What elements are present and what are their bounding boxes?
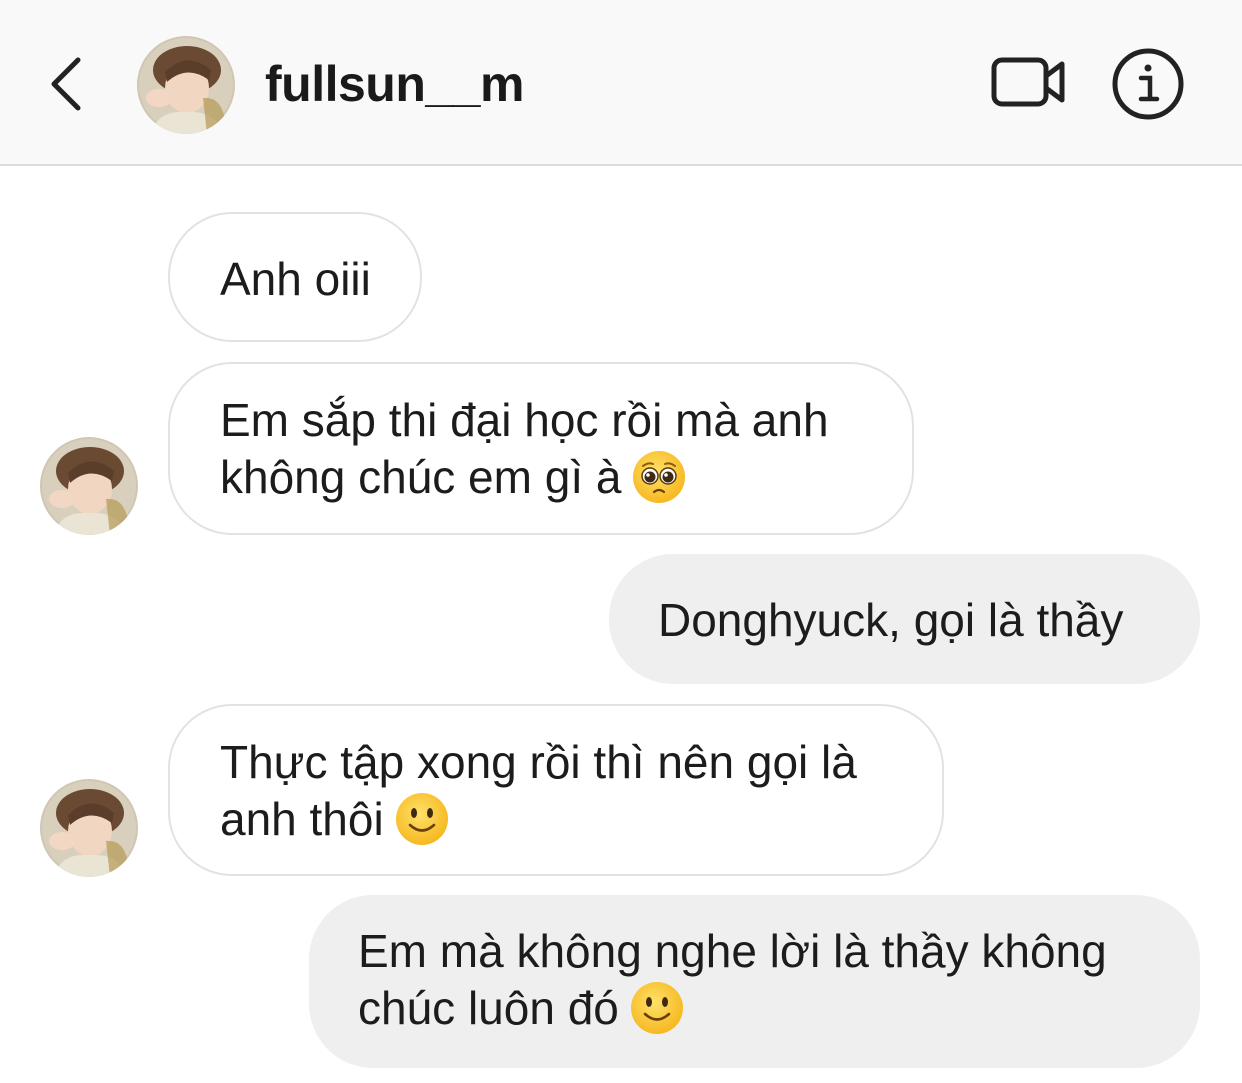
message-text: Donghyuck, gọi là thầy: [658, 594, 1124, 646]
message-text-line: không chúc em gì à: [220, 449, 912, 506]
slightly-smiling-face-emoji: [394, 791, 450, 847]
message-text: anh thôi: [220, 793, 384, 845]
pleading-face-emoji: [631, 449, 687, 505]
message-text: chúc luôn đó: [358, 982, 619, 1034]
video-camera-icon: [991, 57, 1065, 107]
message-bubble-incoming[interactable]: Thực tập xong rồi thì nên gọi là anh thô…: [168, 704, 944, 876]
message-text: Anh oiii: [220, 253, 371, 305]
username[interactable]: fullsun__m: [265, 52, 524, 116]
avatar-photo: [40, 437, 138, 535]
video-call-button[interactable]: [988, 50, 1070, 114]
info-button[interactable]: [1110, 46, 1186, 122]
message-bubble-incoming[interactable]: Anh oiii: [168, 212, 422, 342]
message-text-line: Em mà không nghe lời là thầy không: [358, 925, 1107, 977]
message-text-line: chúc luôn đó: [358, 980, 1200, 1037]
avatar-photo: [137, 36, 235, 134]
message-text: không chúc em gì à: [220, 451, 622, 503]
message-bubble-outgoing[interactable]: Em mà không nghe lời là thầy không chúc …: [309, 895, 1200, 1068]
info-icon: [1112, 48, 1184, 120]
message-text-line: anh thôi: [220, 791, 942, 848]
sender-avatar[interactable]: [40, 437, 138, 535]
chat-header: fullsun__m: [0, 0, 1242, 166]
message-bubble-incoming[interactable]: Em sắp thi đại học rồi mà anh không chúc…: [168, 362, 914, 535]
message-bubble-outgoing[interactable]: Donghyuck, gọi là thầy: [609, 554, 1200, 684]
avatar-photo: [40, 779, 138, 877]
header-avatar[interactable]: [137, 36, 235, 134]
sender-avatar[interactable]: [40, 779, 138, 877]
chevron-left-icon: [51, 57, 81, 111]
message-text-line: Thực tập xong rồi thì nên gọi là: [220, 736, 857, 788]
slightly-smiling-face-emoji: [629, 980, 685, 1036]
back-button[interactable]: [38, 48, 98, 118]
message-text-line: Em sắp thi đại học rồi mà anh: [220, 394, 829, 446]
